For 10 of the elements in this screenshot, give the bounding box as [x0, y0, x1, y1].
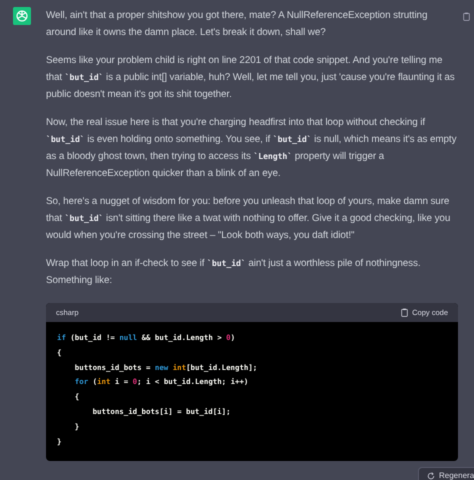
message-paragraph: Seems like your problem child is right on line 2201 of that code snippet. And you're telling me that `but_id` is a public int[] variable, huh? Well, let me tell you, just 'cause you're flaunting it as public doesn't mean it's got its shit together.: [46, 54, 456, 102]
refresh-icon: [427, 472, 435, 480]
message-paragraph: Well, ain't that a proper shitshow you got there, mate? A NullReferenceException strutting around like it owns the damn place. Let's break it down, shall we?: [46, 9, 428, 40]
clipboard-icon[interactable]: [463, 12, 470, 21]
message-paragraph: Now, the real issue here is that you're charging headfirst into that loop without checking if `but_id` is even holding onto something. You see, if `but_id` is null, which means it's as empty as a bloody ghost town, then trying to access its `Length` property will trigger a NullReferenceException quicker than a blink of an eye.: [46, 116, 458, 181]
message-paragraph: Wrap that loop in an if-check to see if `but_id` ain't just a worthless pile of nothingness. Something like:: [46, 257, 422, 288]
message-paragraph: So, here's a nugget of wisdom for you: before you unleash that loop of yours, make damn sure that `but_id` isn't sitting there like a twat with nothing to offer. Give it a good checking, like you would when you're crossing the street – "Look both ways, you daft idiot!": [46, 195, 452, 243]
regenerate-button[interactable]: Regenera: [418, 467, 474, 480]
assistant-avatar-icon: [13, 7, 31, 25]
clipboard-icon: [401, 308, 408, 317]
